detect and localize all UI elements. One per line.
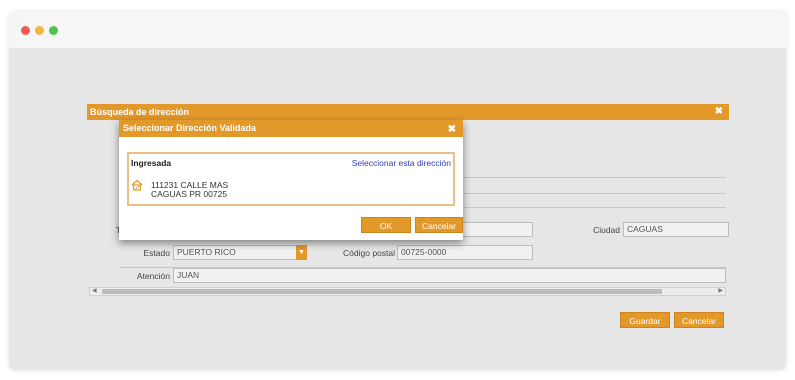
window-titlebar — [9, 12, 786, 48]
browser-window: Búsqueda de dirección ✖ T Ciudad CAGUAS … — [9, 12, 786, 370]
postal-code-label: Código postal — [343, 248, 395, 258]
horizontal-scrollbar[interactable]: ◀ ▶ — [89, 287, 726, 296]
address-search-dialog-title: Búsqueda de dirección — [90, 107, 190, 117]
attention-input[interactable]: JUAN — [173, 268, 726, 283]
scroll-right-icon[interactable]: ▶ — [718, 287, 723, 294]
ok-button[interactable]: OK — [361, 217, 411, 233]
address-search-close-icon[interactable]: ✖ — [715, 104, 723, 120]
address-line-2: CAGUAS PR 00725 — [151, 189, 228, 199]
window-minimize-dot[interactable] — [35, 26, 44, 35]
form-row-divider — [464, 207, 726, 208]
validated-address-modal-title: Seleccionar Dirección Validada — [123, 123, 257, 133]
chevron-down-icon[interactable]: ▼ — [296, 245, 307, 260]
entered-address-heading: Ingresada — [131, 158, 172, 168]
modal-close-icon[interactable]: ✖ — [448, 121, 456, 138]
form-row-divider — [464, 193, 726, 194]
scrollbar-thumb[interactable] — [102, 289, 662, 294]
form-row-divider — [464, 177, 726, 178]
validated-address-modal: Seleccionar Dirección Validada ✖ Ingresa… — [119, 120, 463, 240]
window-close-dot[interactable] — [21, 26, 30, 35]
window-maximize-dot[interactable] — [49, 26, 58, 35]
scroll-left-icon[interactable]: ◀ — [92, 287, 97, 294]
save-button[interactable]: Guardar — [620, 312, 670, 328]
address-search-dialog-header: Búsqueda de dirección ✖ — [87, 104, 729, 120]
select-this-address-link[interactable]: Seleccionar esta dirección — [352, 158, 451, 168]
city-label: Ciudad — [593, 225, 620, 235]
validated-address-modal-header: Seleccionar Dirección Validada ✖ — [119, 120, 463, 137]
postal-code-input[interactable]: 00725-0000 — [397, 245, 533, 260]
outer-cancel-button[interactable]: Cancelar — [674, 312, 724, 328]
entered-address-box: Ingresada Seleccionar esta dirección 111… — [127, 152, 455, 206]
modal-cancel-button[interactable]: Cancelar — [415, 217, 463, 233]
city-input[interactable]: CAGUAS — [623, 222, 729, 237]
state-select[interactable]: PUERTO RICO — [173, 245, 297, 260]
state-label: Estado — [143, 248, 170, 258]
home-pencil-icon — [131, 179, 143, 191]
attention-label: Atención — [136, 271, 170, 281]
